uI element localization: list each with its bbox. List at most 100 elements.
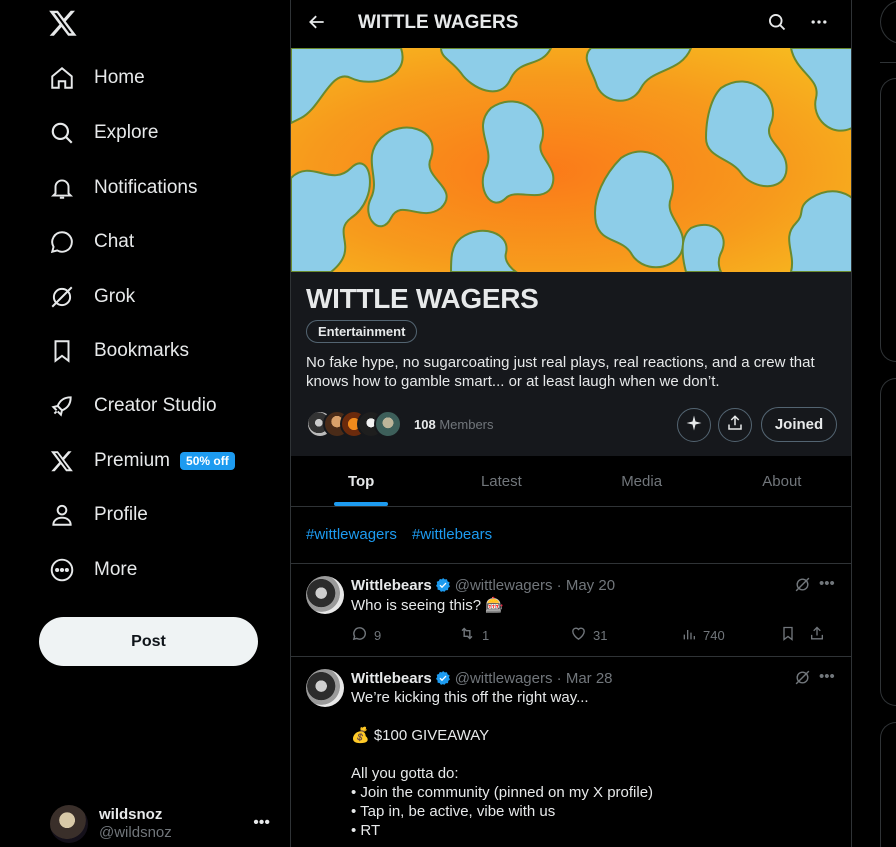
bookmark-icon [48,337,76,365]
repost-button[interactable]: 1 [458,625,489,645]
nav-notifications[interactable]: Notifications [48,168,198,208]
repost-icon [458,625,482,645]
verified-badge-icon [435,577,451,593]
nav-creator-studio[interactable]: Creator Studio [48,386,217,426]
bookmark-button[interactable] [780,625,802,645]
right-sidebar-card [880,722,896,847]
view-count: 740 [703,627,725,643]
sparkle-icon [685,414,703,437]
views-button[interactable]: 740 [681,625,725,645]
nav-label: Explore [94,122,159,143]
nav-chat[interactable]: Chat [48,222,134,262]
avatar [50,805,88,843]
grok-icon[interactable] [794,669,812,687]
account-switcher[interactable]: wildsnoz @wildsnoz ••• [50,804,280,844]
tweet-line: • RT [351,822,381,839]
x-logo-icon[interactable] [48,8,78,38]
community-info: WITTLE WAGERS Entertainment No fake hype… [291,272,851,456]
tab-latest[interactable]: Latest [431,456,571,506]
more-dots-icon[interactable]: ••• [253,814,270,832]
right-sidebar-card [880,378,896,706]
tweet-line: • Tap in, be active, vibe with us [351,803,556,820]
more-dots-icon[interactable]: ••• [819,668,835,685]
tweet-date[interactable]: May 20 [566,577,615,594]
hashtag-link[interactable]: #wittlewagers [306,526,397,543]
share-upload-icon [726,414,744,437]
grok-icon[interactable] [794,576,812,594]
bell-icon [48,174,76,202]
author-name[interactable]: Wittlebears [351,577,432,594]
community-description: No fake hype, no sugarcoating just real … [306,354,815,390]
nav-profile[interactable]: Profile [48,495,148,535]
person-icon [48,501,76,529]
x-premium-icon [48,447,76,475]
top-bar: WITTLE WAGERS [291,0,851,48]
left-navigation: Home Explore Notifications Chat Grok Boo… [0,0,290,847]
members-row[interactable]: 108 Members [306,409,494,439]
avatar[interactable] [306,576,344,614]
reply-icon [351,625,374,645]
tab-media[interactable]: Media [572,456,712,506]
nav-label: Profile [94,504,148,525]
author-name[interactable]: Wittlebears [351,670,432,687]
more-horizontal-icon[interactable] [809,12,831,34]
nav-more[interactable]: More [48,550,137,590]
avatar[interactable] [306,669,344,707]
nav-label: Creator Studio [94,395,217,416]
author-handle: @wittlewagers [454,576,553,594]
analytics-bars-icon [681,626,703,645]
nav-explore[interactable]: Explore [48,113,158,153]
community-banner [291,48,851,272]
more-dots-icon[interactable]: ••• [819,575,835,592]
nav-bookmarks[interactable]: Bookmarks [48,331,189,371]
verified-badge-icon [435,670,451,686]
share-button[interactable] [718,408,752,442]
like-button[interactable]: 31 [570,625,607,645]
right-sidebar-card [880,78,896,362]
tweet-line: All you gotta do: [351,765,459,782]
right-sidebar-card [880,0,896,44]
search-icon[interactable] [767,12,789,34]
account-handle: @wildsnoz [99,824,172,841]
community-column: WITTLE WAGERS WITTLE WAGERS Entertainmen… [290,0,852,847]
tweet-line: We’re kicking this off the right way... [351,689,589,706]
tweet[interactable]: Wittlebears @wittlewagers · May 20 ••• W… [291,564,851,657]
back-arrow-icon[interactable] [307,12,331,36]
post-button[interactable]: Post [39,617,258,666]
chat-bubble-icon [48,228,76,256]
tab-about[interactable]: About [712,456,851,506]
community-name: WITTLE WAGERS [306,283,539,314]
more-circle-icon [48,556,76,584]
rocket-icon [48,392,76,420]
tweet-date[interactable]: Mar 28 [566,670,613,687]
nav-home[interactable]: Home [48,58,145,98]
reply-count: 9 [374,627,382,643]
grok-summary-button[interactable] [677,408,711,442]
repost-count: 1 [482,627,490,643]
search-icon [48,119,76,147]
joined-button[interactable]: Joined [761,407,837,442]
member-avatar [374,410,402,438]
nav-grok[interactable]: Grok [48,277,135,317]
nav-label: Notifications [94,177,198,198]
share-button[interactable] [809,625,831,645]
tweet-line: 💰 $100 GIVEAWAY [351,727,490,744]
member-count: 108 [414,416,436,432]
nav-label: Home [94,67,145,88]
like-count: 31 [593,627,608,643]
members-label: Members [439,416,494,432]
reply-button[interactable]: 9 [351,625,381,645]
author-handle: @wittlewagers [454,669,553,687]
tab-top[interactable]: Top [291,456,431,506]
nav-premium[interactable]: Premium 50% off [48,441,235,481]
discount-badge: 50% off [180,452,235,470]
nav-label: Grok [94,286,136,307]
page-title: WITTLE WAGERS [358,12,519,33]
right-sidebar-card [880,62,896,63]
category-tag[interactable]: Entertainment [306,320,418,343]
tweet-text: We’re kicking this off the right way... … [351,688,831,840]
tweet[interactable]: Wittlebears @wittlewagers · Mar 28 ••• W… [291,657,851,847]
tweet-actions: 9 1 31 740 [351,625,841,645]
hashtag-link[interactable]: #wittlebears [412,526,492,543]
account-name: wildsnoz [99,806,163,823]
